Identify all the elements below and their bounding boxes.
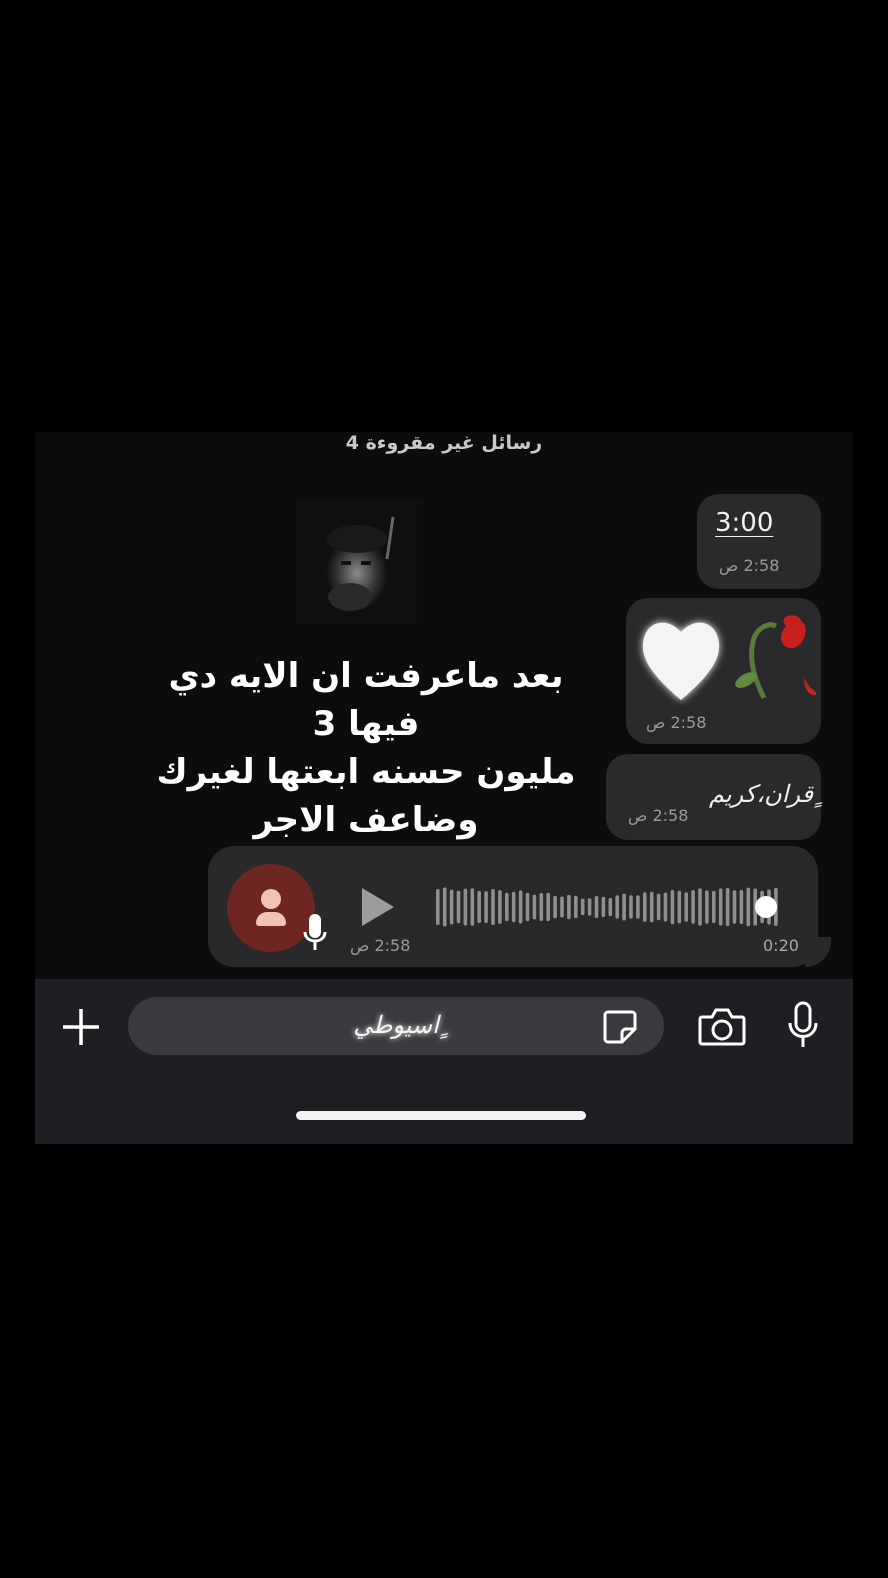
waveform-bar [574, 895, 578, 919]
waveform-bar [567, 894, 571, 920]
waveform-bar [712, 890, 716, 924]
waveform-bar [656, 893, 661, 921]
waveform-bar [629, 895, 633, 919]
camera-icon[interactable] [698, 1005, 746, 1047]
waveform-bar [608, 897, 613, 917]
time-text[interactable]: 3:00 [715, 508, 773, 538]
plus-icon[interactable] [61, 1007, 101, 1047]
waveform-bar [684, 892, 688, 922]
waveform-bar [746, 887, 751, 927]
waveform-bar [663, 892, 668, 922]
wilted-rose-emoji [735, 615, 816, 700]
waveform-bar [691, 890, 695, 924]
time-message-bubble[interactable]: 3:00 2:58 ص [697, 494, 821, 589]
profile-photo-thumbnail [295, 499, 423, 625]
waveform-bar [698, 888, 702, 926]
waveform-bar [532, 894, 537, 920]
waveform-bar [649, 891, 654, 923]
message-text: ٍقران،كريم [709, 780, 814, 808]
message-timestamp: 2:58 ص [628, 806, 689, 825]
waveform-bar [498, 890, 502, 924]
chat-screen: 4 رسائل غير مقروءة 3:00 2:58 ص 2:58 ص ٍق… [35, 432, 853, 1144]
waveform-bar [477, 890, 481, 924]
quran-message-bubble[interactable]: ٍقران،كريم 2:58 ص [606, 754, 821, 840]
waveform-bar [732, 890, 737, 924]
emoji-message-bubble[interactable]: 2:58 ص [626, 598, 821, 744]
waveform-bar [553, 895, 557, 919]
waveform-bar [449, 889, 454, 925]
waveform-bar [594, 896, 599, 919]
voice-duration: 0:20 [763, 936, 799, 955]
waveform-bar [643, 892, 647, 922]
voice-message-bubble[interactable]: 2:58 ص 0:20 [208, 846, 818, 967]
waveform-bar [636, 895, 640, 919]
waveform-bar [670, 889, 675, 925]
person-icon-body [256, 912, 286, 926]
message-timestamp: 2:58 ص [350, 936, 411, 955]
waveform-bar [718, 888, 723, 926]
message-timestamp: 2:58 ص [719, 556, 780, 575]
waveform-bar [539, 893, 544, 921]
microphone-icon[interactable] [786, 1001, 820, 1049]
microphone-badge-icon [303, 914, 327, 950]
waveform-bar [470, 888, 475, 926]
composer-bar: ٍاسيوطي [35, 979, 853, 1144]
playback-scrubber[interactable] [755, 896, 777, 918]
waveform-bar [580, 898, 585, 916]
waveform-bar [546, 892, 550, 922]
message-timestamp: 2:58 ص [646, 713, 707, 732]
waveform-bar [491, 889, 495, 925]
waveform-bar [463, 888, 468, 926]
waveform-bar [436, 889, 440, 925]
waveform-bar [525, 892, 530, 922]
unread-messages-banner: 4 رسائل غير مقروءة [345, 432, 543, 454]
waveform-bar [511, 891, 516, 923]
waveform-bar [622, 893, 626, 921]
voice-waveform[interactable] [436, 886, 781, 928]
waveform-bar [484, 891, 488, 923]
waveform-bar [518, 890, 523, 924]
person-icon [261, 889, 281, 909]
white-heart-emoji [642, 622, 720, 700]
waveform-bar [560, 896, 564, 918]
home-indicator[interactable] [296, 1111, 586, 1120]
waveform-bar [725, 887, 730, 926]
waveform-bar [456, 890, 461, 924]
waveform-bar [505, 892, 509, 922]
message-input-text[interactable]: ٍاسيوطي [128, 1011, 664, 1039]
play-icon[interactable] [362, 888, 394, 926]
waveform-bar [615, 895, 619, 919]
waveform-bar [601, 896, 606, 918]
waveform-bar [442, 887, 447, 927]
caption-line: مليون حسنه ابعتها لغيرك [156, 752, 576, 792]
waveform-bar [739, 889, 744, 925]
waveform-bar [677, 890, 682, 924]
overlay-caption: بعد ماعرفت ان الايه دي فيها 3 مليون حسنه… [135, 652, 597, 844]
caption-line: بعد ماعرفت ان الايه دي فيها 3 [168, 656, 564, 744]
caption-line: وضاعف الاجر [253, 800, 479, 840]
waveform-bar [705, 890, 709, 924]
message-input[interactable]: ٍاسيوطي [128, 997, 664, 1055]
waveform-bar [587, 898, 592, 916]
sticker-icon[interactable] [602, 1009, 638, 1045]
